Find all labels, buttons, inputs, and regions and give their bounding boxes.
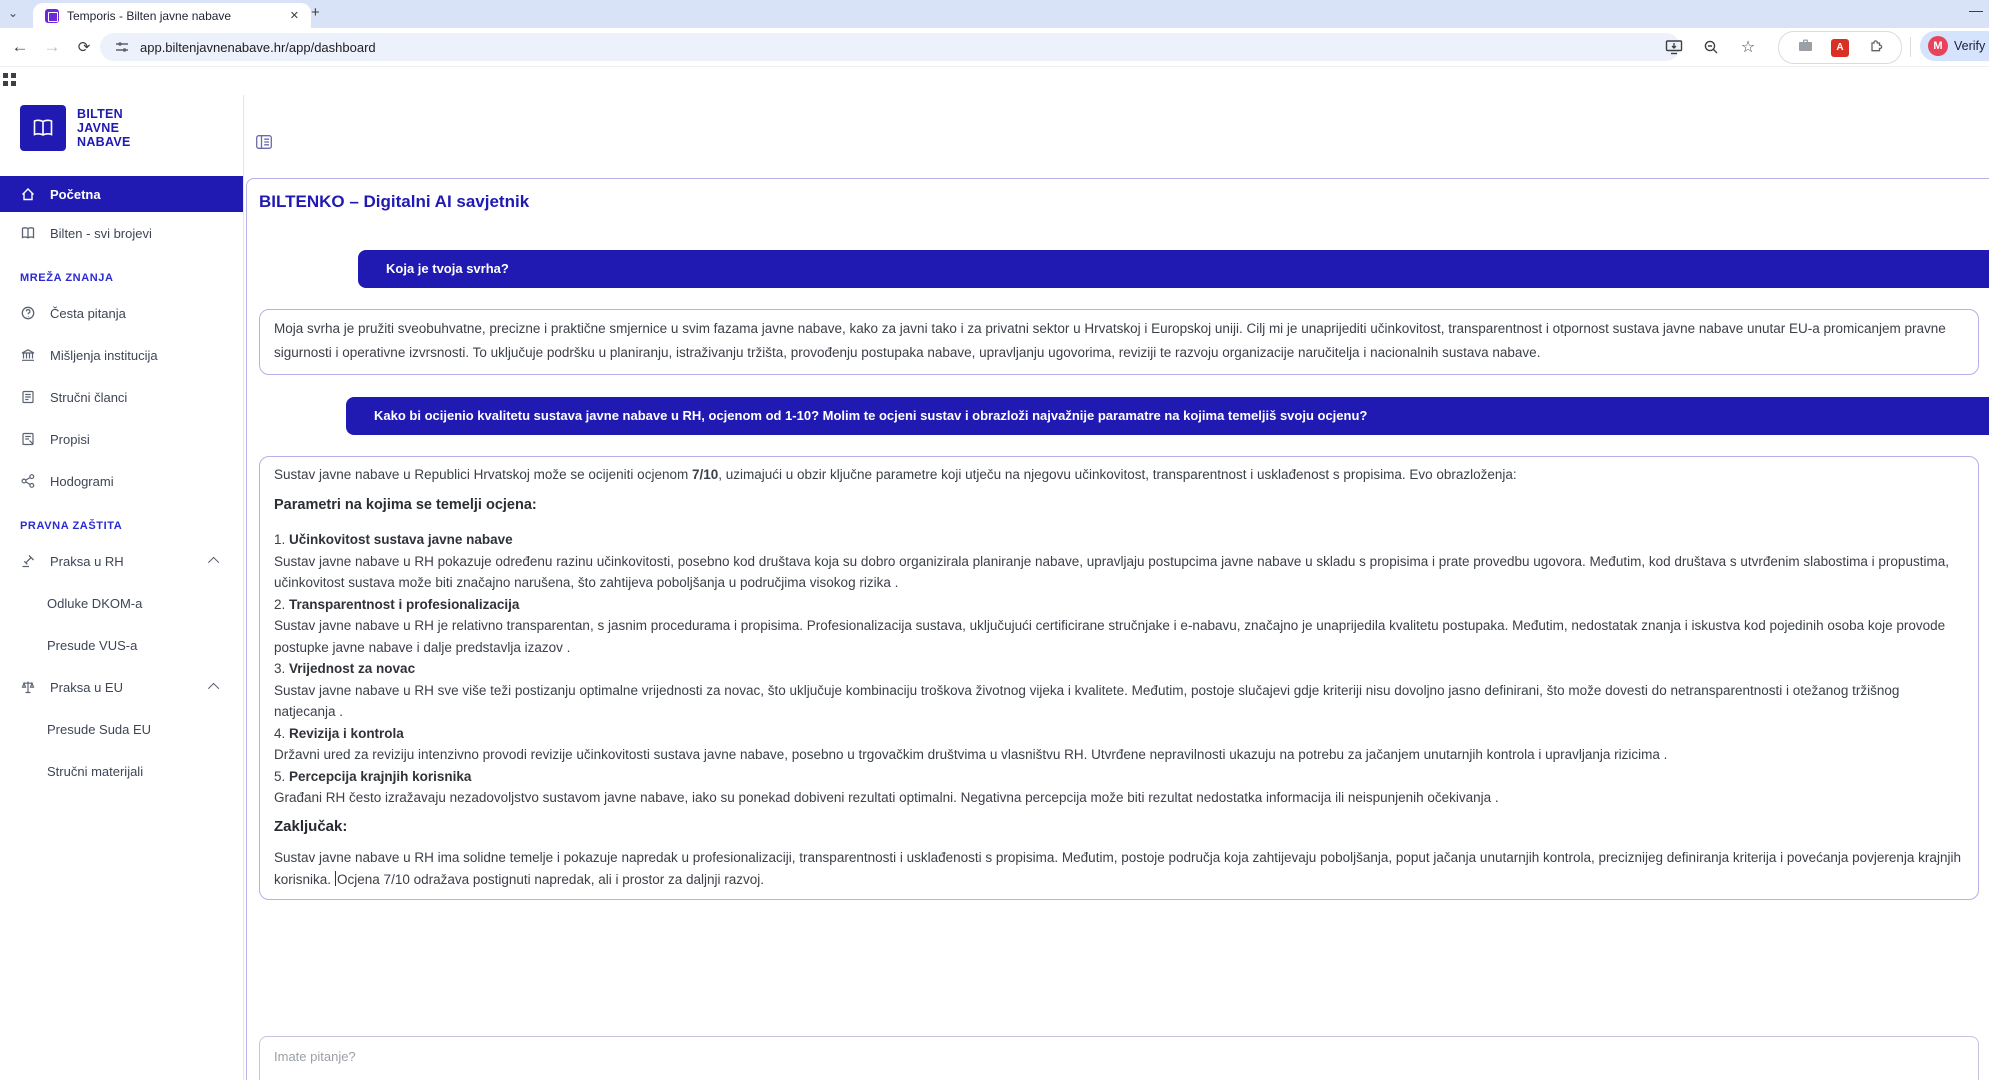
address-bar[interactable]: app.biltenjavnenabave.hr/app/dashboard	[100, 33, 1680, 61]
app-root: BILTEN JAVNE NABAVE Početna Bilten - sv	[0, 95, 1989, 1080]
sidebar: BILTEN JAVNE NABAVE Početna Bilten - sv	[0, 95, 244, 1080]
sidebar-item-strucni-clanci[interactable]: Stručni članci	[0, 376, 243, 418]
install-app-icon[interactable]	[1660, 33, 1688, 61]
chat-panel: BILTENKO – Digitalni AI savjetnik Koja j…	[246, 178, 1989, 1080]
sidebar-item-odluke-dkom-a[interactable]: Odluke DKOM-a	[0, 582, 243, 624]
help-circle-icon	[20, 305, 36, 321]
answer2-param-5: 5. Percepcija krajnjih korisnika Građani…	[274, 766, 1964, 809]
chevron-up-icon[interactable]	[208, 557, 219, 568]
home-icon	[20, 186, 36, 202]
bank-icon	[20, 347, 36, 363]
logo-wordmark: BILTEN JAVNE NABAVE	[77, 107, 131, 149]
text-cursor	[335, 871, 336, 886]
tab-strip: ⌄ Temporis - Bilten javne nabave ✕ + —	[0, 0, 1989, 28]
assistant-message-1: Moja svrha je pružiti sveobuhvatne, prec…	[259, 309, 1979, 375]
chat-input[interactable]	[259, 1036, 1979, 1080]
sidebar-item-pocetna[interactable]: Početna	[0, 176, 243, 212]
answer2-params-heading: Parametri na kojima se temelji ocjena:	[274, 495, 1964, 517]
answer2-param-2: 2. Transparentnost i profesionalizacija …	[274, 594, 1964, 659]
open-book-logo-icon	[20, 105, 66, 151]
share-icon	[20, 473, 36, 489]
tab-search-icon[interactable]: ⌄	[8, 6, 18, 20]
sidebar-item-presude-vus-a[interactable]: Presude VUS-a	[0, 624, 243, 666]
gavel-icon	[20, 553, 36, 569]
profile-chip[interactable]: M Verify	[1920, 31, 1989, 61]
sidebar-item-presude-suda-eu[interactable]: Presude Suda EU	[0, 708, 243, 750]
sidebar-item-strucni-materijali[interactable]: Stručni materijali	[0, 750, 243, 792]
main-content: BILTENKO – Digitalni AI savjetnik Koja j…	[244, 95, 1989, 1080]
browser-toolbar: ← → ⟳ app.biltenjavnenabave.hr/app/dashb…	[0, 28, 1989, 67]
sidebar-nav: Početna Bilten - svi brojevi MREŽA ZNANJ…	[0, 176, 243, 792]
sidebar-section-mreza-znanja: MREŽA ZNANJA	[0, 254, 243, 292]
sidebar-item-cesta-pitanja[interactable]: Česta pitanja	[0, 292, 243, 334]
page-title: BILTENKO – Digitalni AI savjetnik	[259, 192, 1979, 212]
answer2-conclusion: Sustav javne nabave u RH ima solidne tem…	[274, 847, 1964, 890]
new-tab-button[interactable]: +	[305, 4, 326, 21]
chevron-up-icon[interactable]	[208, 683, 219, 694]
adobe-pdf-extension-icon[interactable]: A	[1831, 39, 1849, 57]
sidebar-item-bilten-svi-brojevi[interactable]: Bilten - svi brojevi	[0, 212, 243, 254]
sidebar-item-misljenja-institucija[interactable]: Mišljenja institucija	[0, 334, 243, 376]
book-icon	[20, 225, 36, 241]
bookmarks-row	[0, 67, 1989, 96]
back-button[interactable]: ←	[6, 33, 34, 61]
sidebar-toggle-icon[interactable]	[256, 135, 272, 154]
sidebar-item-hodogrami[interactable]: Hodogrami	[0, 460, 243, 502]
user-message-1: Koja je tvoja svrha?	[358, 250, 1989, 288]
reload-button[interactable]: ⟳	[70, 33, 98, 61]
site-settings-icon[interactable]	[114, 39, 130, 55]
answer2-param-4: 4. Revizija i kontrola Državni ured za r…	[274, 723, 1964, 766]
assistant-message-2: Sustav javne nabave u Republici Hrvatsko…	[259, 456, 1979, 900]
browser-window: ⌄ Temporis - Bilten javne nabave ✕ + — ←…	[0, 0, 1989, 1080]
answer2-intro: Sustav javne nabave u Republici Hrvatsko…	[274, 464, 1964, 486]
profile-avatar: M	[1928, 36, 1948, 56]
zoom-out-icon[interactable]	[1697, 33, 1725, 61]
answer2-conclusion-heading: Zaključak:	[274, 816, 1964, 838]
toolbar-divider	[1910, 37, 1911, 57]
temporis-favicon	[45, 9, 59, 23]
forward-button[interactable]: →	[38, 33, 66, 61]
answer2-param-3: 3. Vrijednost za novac Sustav javne naba…	[274, 658, 1964, 723]
briefcase-extension-icon[interactable]	[1797, 37, 1814, 58]
apps-grid-icon[interactable]	[2, 72, 18, 93]
answer2-param-1: 1. Učinkovitost sustava javne nabave Sus…	[274, 529, 1964, 594]
app-logo[interactable]: BILTEN JAVNE NABAVE	[0, 95, 243, 151]
sidebar-item-propisi[interactable]: Propisi	[0, 418, 243, 460]
contract-icon	[20, 431, 36, 447]
tab-title: Temporis - Bilten javne nabave	[67, 9, 278, 23]
profile-label: Verify	[1954, 39, 1985, 53]
extensions-puzzle-icon[interactable]	[1867, 37, 1884, 59]
tab-close-icon[interactable]: ✕	[286, 7, 303, 24]
sidebar-section-pravna-zastita: PRAVNA ZAŠTITA	[0, 502, 243, 540]
extensions-pill: A	[1778, 31, 1902, 64]
article-icon	[20, 389, 36, 405]
sidebar-item-praksa-u-eu[interactable]: Praksa u EU	[0, 666, 243, 708]
user-message-2: Kako bi ocijenio kvalitetu sustava javne…	[346, 397, 1989, 435]
scales-icon	[20, 679, 36, 695]
bookmark-star-icon[interactable]: ☆	[1734, 33, 1762, 61]
window-minimize-button[interactable]: —	[1969, 2, 1983, 18]
browser-tab[interactable]: Temporis - Bilten javne nabave ✕	[33, 3, 311, 28]
url-text[interactable]: app.biltenjavnenabave.hr/app/dashboard	[140, 40, 376, 55]
sidebar-item-praksa-u-rh[interactable]: Praksa u RH	[0, 540, 243, 582]
